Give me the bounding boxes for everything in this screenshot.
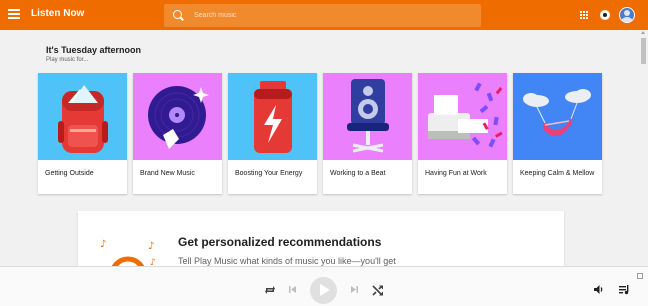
page-title: Listen Now xyxy=(31,8,85,19)
battery-icon xyxy=(254,81,292,153)
play-button[interactable] xyxy=(310,277,337,304)
player-bar xyxy=(0,266,648,306)
notifications-icon[interactable] xyxy=(600,10,610,20)
section-subtitle: Play music for... xyxy=(46,57,89,63)
top-app-bar: Listen Now xyxy=(0,0,648,30)
card-art xyxy=(133,73,222,160)
card-label: Boosting Your Energy xyxy=(235,170,303,177)
expand-icon[interactable] xyxy=(637,273,643,279)
card-boosting-your-energy[interactable]: Boosting Your Energy xyxy=(228,73,317,194)
recommendation-panel: ♪ ♪ ♪ Get personalized recommendations T… xyxy=(78,211,564,271)
volume-icon[interactable] xyxy=(593,284,604,295)
search-icon[interactable] xyxy=(173,10,182,19)
queue-icon[interactable] xyxy=(618,284,630,295)
svg-text:♪: ♪ xyxy=(100,239,106,250)
svg-text:♪: ♪ xyxy=(148,241,154,252)
previous-icon[interactable] xyxy=(288,285,297,294)
section-title: It's Tuesday afternoon xyxy=(46,45,141,55)
card-brand-new-music[interactable]: Brand New Music xyxy=(133,73,222,194)
shuffle-icon[interactable] xyxy=(372,284,384,296)
card-label: Getting Outside xyxy=(45,170,94,177)
speaker-chair-icon xyxy=(347,79,389,153)
card-keeping-calm-mellow[interactable]: Keeping Calm & Mellow xyxy=(513,73,602,194)
recommendation-body: Tell Play Music what kinds of music you … xyxy=(178,256,396,266)
card-art xyxy=(513,73,602,160)
printer-icon xyxy=(428,82,503,148)
backpack-icon xyxy=(58,85,108,153)
card-art xyxy=(418,73,507,160)
card-art xyxy=(323,73,412,160)
next-icon[interactable] xyxy=(350,285,359,294)
scroll-up-arrow-icon[interactable] xyxy=(641,31,645,34)
scrollbar[interactable] xyxy=(639,30,648,266)
search-input[interactable] xyxy=(194,8,464,23)
card-getting-outside[interactable]: Getting Outside xyxy=(38,73,127,194)
card-working-to-a-beat[interactable]: Working to a Beat xyxy=(323,73,412,194)
apps-grid-icon[interactable] xyxy=(580,11,588,19)
repeat-icon[interactable] xyxy=(264,284,276,296)
card-label: Having Fun at Work xyxy=(425,170,487,177)
card-art xyxy=(228,73,317,160)
card-art xyxy=(38,73,127,160)
card-label: Keeping Calm & Mellow xyxy=(520,170,595,177)
card-label: Working to a Beat xyxy=(330,170,386,177)
avatar[interactable] xyxy=(619,7,635,23)
search-box[interactable] xyxy=(164,4,481,27)
card-having-fun-at-work[interactable]: Having Fun at Work xyxy=(418,73,507,194)
hammock-icon xyxy=(523,89,591,137)
recommendation-title: Get personalized recommendations xyxy=(178,235,382,249)
vinyl-record-icon xyxy=(148,86,209,149)
menu-icon[interactable] xyxy=(8,9,20,21)
scrollbar-thumb[interactable] xyxy=(641,38,646,64)
card-label: Brand New Music xyxy=(140,170,195,177)
